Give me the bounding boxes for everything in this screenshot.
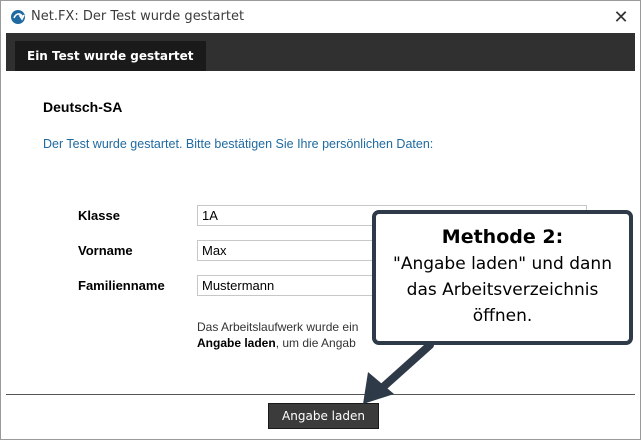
callout-line-2: das Arbeitsverzeichnis: [406, 280, 599, 300]
callout-title: Methode 2:: [441, 226, 564, 248]
callout-line-3: öffnen.: [472, 306, 533, 326]
label-familienname: Familienname: [78, 278, 165, 293]
callout-line-1: "Angabe laden" und dann: [393, 254, 612, 274]
note-line2: , um die Angab: [275, 336, 356, 350]
callout-body: "Angabe laden" und dann das Arbeitsverze…: [376, 251, 629, 329]
intro-text: Der Test wurde gestartet. Bitte bestätig…: [43, 137, 434, 151]
window-title: Net.FX: Der Test wurde gestartet: [31, 9, 245, 24]
close-button[interactable]: ✕: [610, 6, 632, 28]
note-bold-link: Angabe laden: [197, 336, 276, 350]
tab-test-started[interactable]: Ein Test wurde gestartet: [15, 41, 206, 71]
close-icon: ✕: [613, 6, 629, 27]
footer-divider: [6, 394, 635, 395]
netfx-logo-icon: [10, 9, 26, 25]
note-line1: Das Arbeitslaufwerk wurde ein: [197, 320, 359, 334]
label-vorname: Vorname: [78, 243, 133, 258]
title-bar: Net.FX: Der Test wurde gestartet ✕: [1, 1, 640, 33]
info-note: Das Arbeitslaufwerk wurde ein Angabe lad…: [197, 319, 358, 351]
label-klasse: Klasse: [78, 208, 120, 223]
callout-box: Methode 2: "Angabe laden" und dann das A…: [372, 210, 633, 345]
section-title: Deutsch-SA: [43, 99, 123, 115]
load-assignment-button[interactable]: Angabe laden: [268, 403, 379, 429]
tab-bar: Ein Test wurde gestartet: [6, 33, 635, 71]
